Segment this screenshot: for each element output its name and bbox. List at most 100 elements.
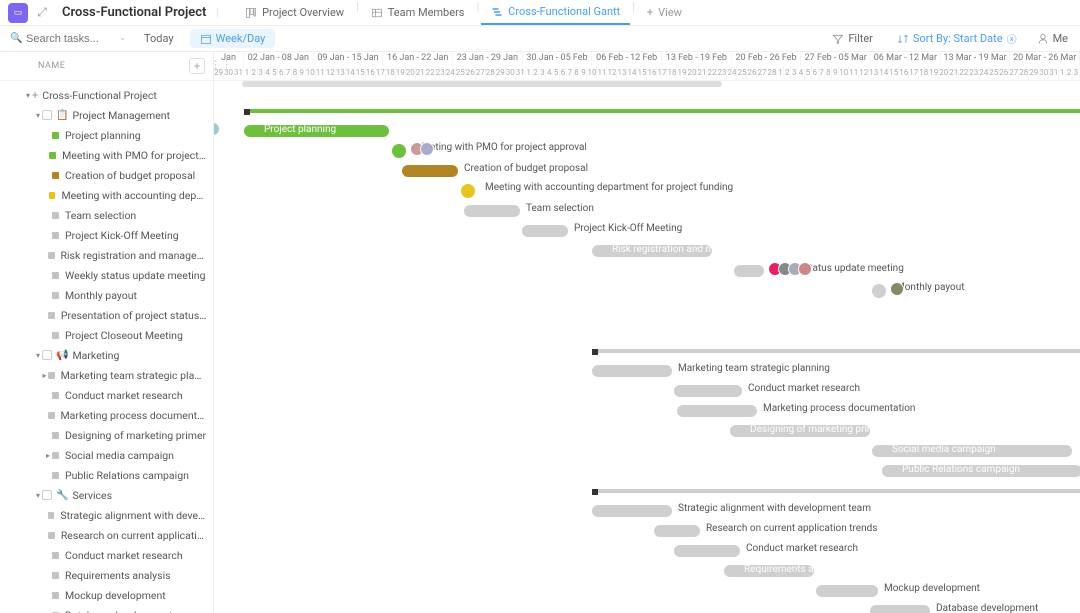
tree-node[interactable]: Team selection: [0, 205, 213, 225]
day-cell: 28: [486, 66, 496, 80]
task-bar[interactable]: Creation of budget proposal: [402, 165, 458, 177]
avatars[interactable]: [890, 282, 904, 296]
tree-node[interactable]: Project planning: [0, 125, 213, 145]
filter-button[interactable]: Filter: [824, 29, 881, 48]
tab-team-members[interactable]: Team Members: [361, 0, 475, 25]
milestone-dot[interactable]: Meeting with accounting department for p…: [461, 184, 475, 198]
collapse-handle-icon[interactable]: ⋮⋮: [214, 52, 228, 613]
tree-node[interactable]: Creation of budget proposal: [0, 165, 213, 185]
board-icon: [245, 7, 257, 19]
milestone-dot[interactable]: Monthly payout: [872, 284, 886, 298]
tree-node[interactable]: Strategic alignment with develop...: [0, 505, 213, 525]
search-input[interactable]: [8, 30, 128, 48]
task-bar[interactable]: Requirements analysis: [724, 565, 814, 577]
task-bar[interactable]: Risk registration and management: [592, 245, 712, 257]
tree-node[interactable]: ▾🔧Services: [0, 485, 213, 505]
tree-node[interactable]: Project Closeout Meeting: [0, 325, 213, 345]
toggle-icon[interactable]: ▾: [24, 91, 32, 100]
group-bar[interactable]: [244, 109, 724, 113]
name-column-header: NAME: [8, 61, 189, 71]
tree-node[interactable]: ▸ Social media campaign: [0, 445, 213, 465]
tree-node[interactable]: Mockup development: [0, 585, 213, 605]
toggle-icon[interactable]: ▸: [41, 371, 48, 380]
group-bar[interactable]: [592, 349, 1080, 353]
task-bar[interactable]: Research on current application trends: [654, 525, 700, 537]
today-button[interactable]: Today: [136, 29, 182, 48]
node-label: Creation of budget proposal: [65, 169, 195, 182]
tree-node[interactable]: Project Kick-Off Meeting: [0, 225, 213, 245]
tree-node[interactable]: ▸Marketing team strategic planning: [0, 365, 213, 385]
day-cell: 3: [539, 66, 546, 80]
bar-label: Conduct market research: [740, 543, 858, 554]
task-bar[interactable]: Mockup development: [816, 585, 878, 597]
toggle-icon[interactable]: ▾: [34, 111, 42, 120]
bar-label: Marketing team strategic planning: [672, 363, 830, 374]
tree-node[interactable]: Presentation of project status re...: [0, 305, 213, 325]
bar-label: Public Relations campaign: [902, 464, 1020, 475]
avatars[interactable]: [410, 142, 434, 156]
task-bar[interactable]: Team selection: [464, 205, 520, 217]
tree-node[interactable]: Conduct market research: [0, 385, 213, 405]
task-bar[interactable]: Conduct market research: [674, 545, 740, 557]
expand-icon[interactable]: ⤢: [32, 3, 52, 23]
scrollbar-thumb[interactable]: [242, 81, 722, 87]
tree-node[interactable]: ▾📋Project Management: [0, 105, 213, 125]
task-bar[interactable]: Project Kick-Off Meeting: [522, 225, 568, 237]
tab-project-overview[interactable]: Project Overview: [235, 0, 354, 25]
gantt-row: Database development: [214, 601, 1080, 613]
tree-node[interactable]: Marketing process documentation: [0, 405, 213, 425]
weekday-toggle[interactable]: Week/Day: [190, 29, 276, 48]
day-cell: 10: [839, 66, 849, 80]
toggle-icon[interactable]: ▾: [34, 351, 42, 360]
gantt-canvas[interactable]: Project planningMeeting with PMO for pro…: [214, 81, 1080, 613]
tree-node[interactable]: Database development: [0, 605, 213, 613]
status-color: [49, 192, 56, 199]
sort-button[interactable]: Sort By: Start Date ⓧ: [889, 28, 1025, 49]
task-bar[interactable]: Marketing process documentation: [677, 405, 757, 417]
chevron-down-icon[interactable]: ⌄: [119, 33, 126, 42]
gantt-row: Strategic alignment with development tea…: [214, 501, 1080, 521]
tree-node[interactable]: Conduct market research: [0, 545, 213, 565]
task-bar[interactable]: Marketing team strategic planning: [592, 365, 672, 377]
task-bar[interactable]: Designing of marketing primer: [730, 425, 870, 437]
tab-cross-functional-gantt[interactable]: Cross-Functional Gantt: [481, 0, 630, 25]
tree-node[interactable]: Meeting with PMO for project a...: [0, 145, 213, 165]
task-bar[interactable]: Public Relations campaign: [882, 465, 1080, 477]
task-bar[interactable]: Social media campaign: [872, 445, 1072, 457]
tree-node[interactable]: Monthly payout: [0, 285, 213, 305]
task-bar[interactable]: Strategic alignment with development tea…: [592, 505, 672, 517]
day-cell: 2: [1066, 66, 1073, 80]
group-bar[interactable]: [592, 489, 1080, 493]
milestone-dot[interactable]: Meeting with PMO for project approval: [392, 144, 406, 158]
day-cell: 1: [777, 66, 784, 80]
bar-label: Marketing process documentation: [757, 403, 915, 414]
tree-node[interactable]: Requirements analysis: [0, 565, 213, 585]
tree-node[interactable]: Public Relations campaign: [0, 465, 213, 485]
add-view-button[interactable]: + View: [637, 0, 692, 25]
toggle-icon[interactable]: ▾: [34, 491, 42, 500]
node-label: Social media campaign: [65, 449, 174, 462]
close-icon[interactable]: ⓧ: [1007, 31, 1017, 46]
tree-node[interactable]: Designing of marketing primer: [0, 425, 213, 445]
task-bar[interactable]: Weekly status update meeting: [734, 265, 764, 277]
add-task-button[interactable]: +: [189, 58, 205, 74]
project-icon[interactable]: ▭: [8, 3, 28, 23]
status-color: [52, 432, 59, 439]
task-bar[interactable]: Project planning: [244, 125, 389, 137]
me-button[interactable]: Me: [1033, 29, 1072, 48]
toggle-icon[interactable]: ▸: [44, 451, 52, 460]
task-bar[interactable]: Conduct market research: [674, 385, 742, 397]
gantt-row: Project Kick-Off Meeting: [214, 221, 1080, 241]
tree-node[interactable]: Weekly status update meeting: [0, 265, 213, 285]
tree-node[interactable]: ▾📢Marketing: [0, 345, 213, 365]
day-cell: 5: [553, 66, 560, 80]
day-cell: 27: [1009, 66, 1019, 80]
tree-node[interactable]: Research on current application ...: [0, 525, 213, 545]
tree-node[interactable]: Meeting with accounting depart...: [0, 185, 213, 205]
tree-node[interactable]: Risk registration and management: [0, 245, 213, 265]
avatars[interactable]: [768, 262, 812, 276]
day-row: 2930311234567891011121314151617181920212…: [214, 66, 1080, 80]
task-bar[interactable]: Database development: [870, 605, 930, 613]
day-cell: 7: [819, 66, 826, 80]
tree-node[interactable]: ▾+Cross-Functional Project: [0, 85, 213, 105]
